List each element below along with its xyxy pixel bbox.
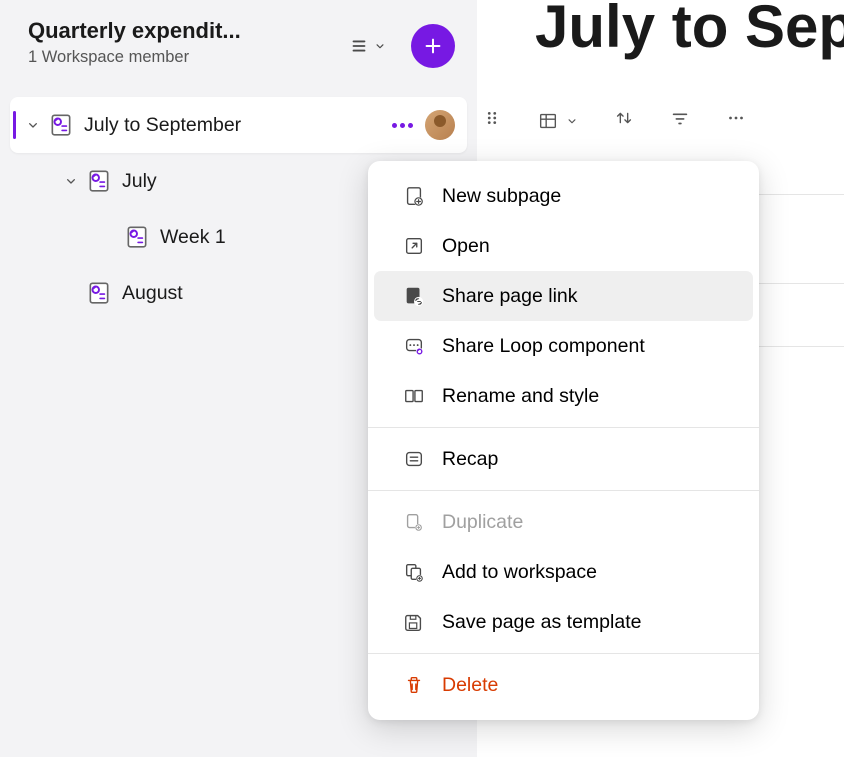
page-icon [124,224,150,250]
menu-item-recap[interactable]: Recap [374,434,753,484]
user-avatar[interactable] [425,110,455,140]
table-view-button[interactable] [537,110,579,132]
page-title[interactable]: July to Sep [477,0,844,61]
chevron-down-icon[interactable] [62,172,80,190]
save-template-icon [402,610,426,634]
menu-divider [368,427,759,428]
more-options-button[interactable] [725,107,747,134]
menu-item-save-template[interactable]: Save page as template [374,597,753,647]
share-loop-icon [402,334,426,358]
menu-item-share-link[interactable]: Share page link [374,271,753,321]
view-toggle[interactable] [348,35,387,57]
new-subpage-icon [402,184,426,208]
menu-item-duplicate: Duplicate [374,497,753,547]
menu-item-label: Rename and style [442,385,599,408]
more-options-icon[interactable] [392,123,413,128]
menu-divider [368,490,759,491]
content-toolbar [477,61,844,134]
menu-item-label: Delete [442,674,498,697]
menu-item-label: Share Loop component [442,335,645,358]
page-icon [86,168,112,194]
menu-item-rename[interactable]: Rename and style [374,371,753,421]
menu-item-label: Open [442,235,490,258]
add-page-button[interactable] [411,24,455,68]
rename-icon [402,384,426,408]
page-icon [86,280,112,306]
menu-item-label: New subpage [442,185,561,208]
context-menu: New subpage Open Share page link Share Loop… [368,161,759,720]
menu-item-add-workspace[interactable]: Add to workspace [374,547,753,597]
menu-divider [368,653,759,654]
tree-item-label: July to September [84,114,392,137]
duplicate-icon [402,510,426,534]
open-icon [402,234,426,258]
menu-item-open[interactable]: Open [374,221,753,271]
chevron-down-icon[interactable] [24,116,42,134]
drag-handle-icon[interactable] [481,107,503,134]
menu-item-delete[interactable]: Delete [374,660,753,710]
sort-button[interactable] [613,107,635,134]
filter-button[interactable] [669,107,691,134]
menu-item-new-subpage[interactable]: New subpage [374,171,753,221]
menu-item-label: Share page link [442,285,578,308]
menu-item-label: Add to workspace [442,561,597,584]
recap-icon [402,447,426,471]
tree-item[interactable]: July to September [10,97,467,153]
delete-icon [402,673,426,697]
menu-item-share-loop[interactable]: Share Loop component [374,321,753,371]
menu-item-label: Recap [442,448,498,471]
page-icon [48,112,74,138]
menu-item-label: Save page as template [442,611,641,634]
workspace-title[interactable]: Quarterly expendit... [28,18,241,44]
share-link-icon [402,284,426,308]
add-workspace-icon [402,560,426,584]
menu-item-label: Duplicate [442,511,523,534]
